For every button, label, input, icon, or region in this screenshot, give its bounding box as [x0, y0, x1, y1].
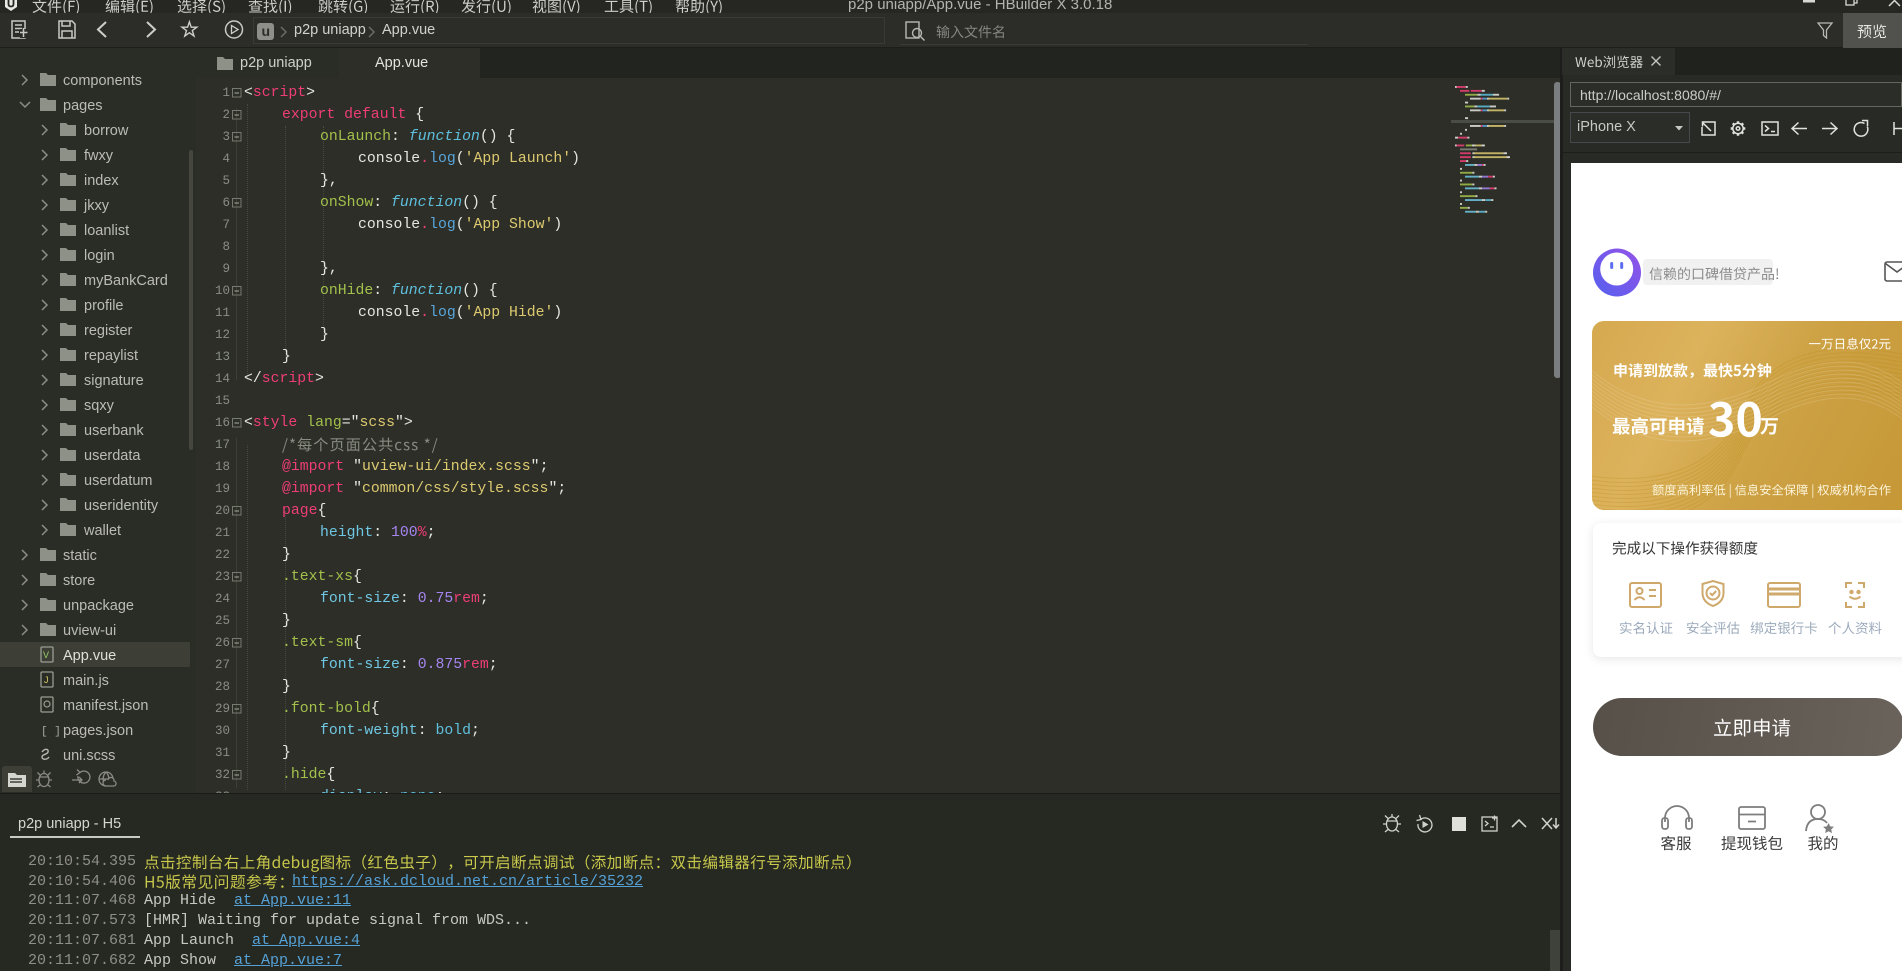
svg-text:V: V	[43, 650, 49, 660]
svg-text:store: store	[63, 573, 95, 589]
svg-text:useridentity: useridentity	[84, 498, 159, 514]
svg-text:userbank: userbank	[84, 423, 144, 439]
svg-text:login: login	[84, 248, 115, 264]
svg-text:pages.json: pages.json	[63, 723, 133, 739]
svg-text:signature: signature	[84, 373, 144, 389]
svg-text:uni.scss: uni.scss	[63, 748, 115, 764]
svg-text:userdata: userdata	[84, 448, 141, 464]
svg-text:myBankCard: myBankCard	[84, 273, 168, 289]
svg-text:fwxy: fwxy	[84, 148, 114, 164]
svg-text:[ ]: [ ]	[41, 726, 61, 738]
svg-text:wallet: wallet	[83, 523, 121, 539]
svg-text:App.vue: App.vue	[63, 648, 116, 664]
svg-text:register: register	[84, 323, 133, 339]
svg-text:manifest.json: manifest.json	[63, 698, 148, 714]
svg-text:static: static	[63, 548, 97, 564]
svg-text:sqxy: sqxy	[84, 398, 115, 414]
svg-text:jkxy: jkxy	[83, 198, 110, 214]
svg-text:profile: profile	[84, 298, 124, 314]
svg-text:index: index	[84, 173, 119, 189]
svg-text:components: components	[63, 73, 142, 89]
svg-text:borrow: borrow	[84, 123, 129, 139]
svg-text:main.js: main.js	[63, 673, 109, 689]
svg-text:J: J	[44, 675, 49, 685]
svg-text:uview-ui: uview-ui	[63, 623, 116, 639]
svg-text:userdatum: userdatum	[84, 473, 153, 489]
svg-text:repaylist: repaylist	[84, 348, 138, 364]
svg-text:pages: pages	[63, 98, 103, 114]
svg-text:unpackage: unpackage	[63, 598, 134, 614]
svg-text:loanlist: loanlist	[84, 223, 129, 239]
